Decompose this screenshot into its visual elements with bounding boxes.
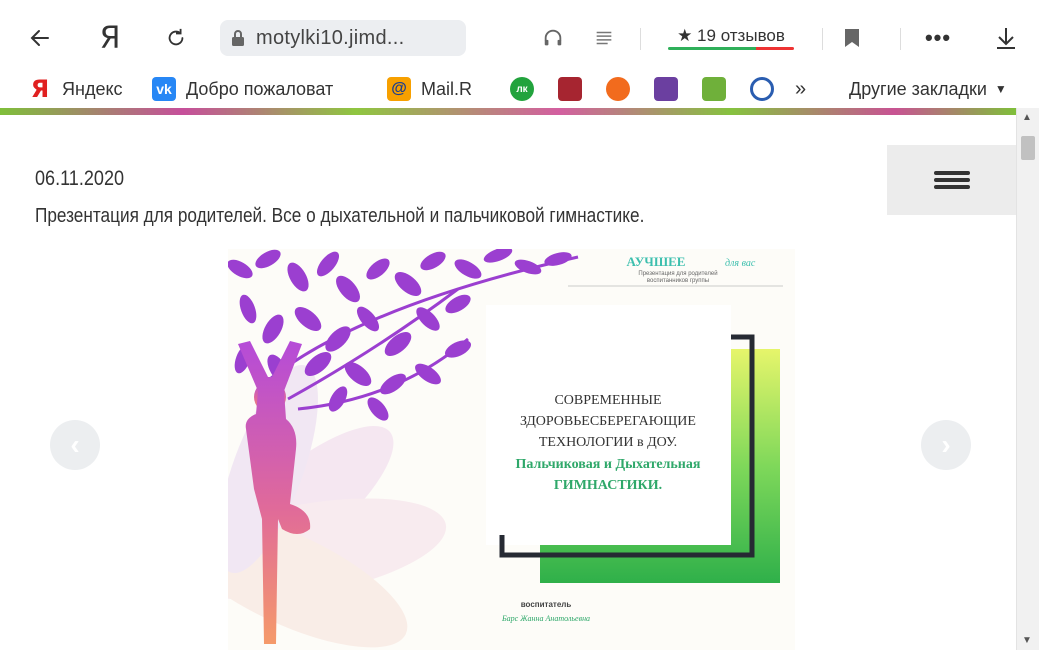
reader-mode-icon [596,31,612,45]
headphones-icon [544,29,562,46]
other-bookmarks-label: Другие закладки [849,78,987,99]
more-bookmarks-button[interactable]: » [795,76,806,102]
reader-mode-button[interactable] [586,20,622,56]
toolbar-separator [640,28,641,50]
slide-heading-line-3: ТЕХНОЛОГИИ в ДОУ. [539,435,677,450]
slide-artwork: АУЧШЕЕ для вас Презентация для родителей… [228,249,783,648]
reload-button[interactable] [158,20,194,56]
brand-subtitle-1: Презентация для родителей [638,270,717,277]
address-bar[interactable]: motylki10.jimd... [220,20,466,56]
author-role: воспитатель [521,600,572,609]
post-title: Презентация для родителей. Все о дыхател… [35,205,645,227]
browser-toolbar: Я motylki10.jimd... ★ 19 отзывов ••• [0,0,1039,70]
slide-subheading-line-1: Пальчиковая и Дыхательная [516,457,701,472]
bookmark-favicon-1[interactable]: лк [510,76,544,102]
site-header-decoration [0,108,1016,115]
read-aloud-button[interactable] [535,20,571,56]
bookmark-mail-ru[interactable]: @ Mail.R [387,76,487,102]
downloads-button[interactable] [988,20,1024,56]
yandex-logo-icon: Я [99,20,121,56]
yandex-icon: Я [30,76,50,102]
lock-icon [220,29,256,47]
bookmark-page-button[interactable] [834,20,870,56]
chevron-right-icon: › [941,429,951,460]
mail-ru-icon: @ [387,77,411,101]
emblem-favicon-icon [750,77,774,101]
bookmark-favicon-4[interactable] [654,76,688,102]
picture-favicon-icon [702,77,726,101]
web-page: 06.11.2020 Презентация для родителей. Вс… [0,115,1016,650]
author-name: Барс Жанна Анатольевна [501,614,590,623]
dropdown-arrow-icon: ▼ [994,82,1007,96]
menu-button[interactable]: ••• [920,20,956,56]
scroll-down-arrow-icon[interactable]: ▼ [1022,635,1032,646]
reviews-label: ★ 19 отзывов [677,26,785,45]
reviews-button[interactable]: ★ 19 отзывов [664,18,798,54]
bookmark-vk[interactable]: vk Добро пожаловат [152,76,362,102]
other-bookmarks-button[interactable]: Другие закладки ▼ [849,76,1007,102]
bookmark-favicon-6[interactable] [750,76,784,102]
address-url: motylki10.jimd... [256,26,405,49]
site-favicon-icon: лк [510,77,534,101]
brand-suffix: для вас [725,258,756,269]
bookmark-yandex[interactable]: Я Яндекс [28,76,123,102]
slide-subheading-line-2: ГИМНАСТИКИ. [554,478,662,493]
brand-subtitle-2: воспитанников группы [647,278,709,284]
bookmark-label: Добро пожаловат [186,78,334,99]
more-dots-icon: ••• [924,25,952,50]
flame-favicon-icon [606,77,630,101]
chevron-left-icon: ‹ [70,429,80,460]
reviews-rating-bar [668,47,794,50]
site-menu-button[interactable] [887,145,1016,215]
brand-title: АУЧШЕЕ [627,254,686,269]
post-date: 06.11.2020 [35,167,125,190]
bookmarks-bar: Я Яндекс vk Добро пожаловат @ Mail.R лк … [0,70,1039,108]
slide-heading-line-1: СОВРЕМЕННЫЕ [554,393,661,408]
slide-heading-line-2: ЗДОРОВЬЕСБЕРЕГАЮЩИЕ [520,414,696,429]
hamburger-icon [933,168,970,192]
book-favicon-icon [558,77,582,101]
bookmark-label: Яндекс [62,78,123,99]
download-icon [997,28,1015,49]
vk-icon: vk [152,77,176,101]
page-scrollbar[interactable]: ▲ ▼ [1016,108,1039,650]
bookmark-label: Mail.R [421,78,473,99]
slider-next-button[interactable]: › [921,420,971,470]
scroll-up-arrow-icon[interactable]: ▲ [1022,112,1032,123]
toolbar-separator [900,28,901,50]
back-button[interactable] [22,20,58,56]
presentation-slide[interactable]: АУЧШЕЕ для вас Презентация для родителей… [228,249,795,650]
yandex-home-button[interactable]: Я [92,20,128,56]
kids-favicon-icon [654,77,678,101]
bookmark-favicon-5[interactable] [702,76,736,102]
bookmark-favicon-3[interactable] [606,76,640,102]
slider-prev-button[interactable]: ‹ [50,420,100,470]
back-arrow-icon [30,30,49,46]
bookmark-icon [845,29,859,47]
reload-icon [168,28,184,46]
double-chevron-icon: » [795,77,807,100]
toolbar-separator [822,28,823,50]
bookmark-favicon-2[interactable] [558,76,592,102]
scroll-thumb[interactable] [1021,136,1035,160]
